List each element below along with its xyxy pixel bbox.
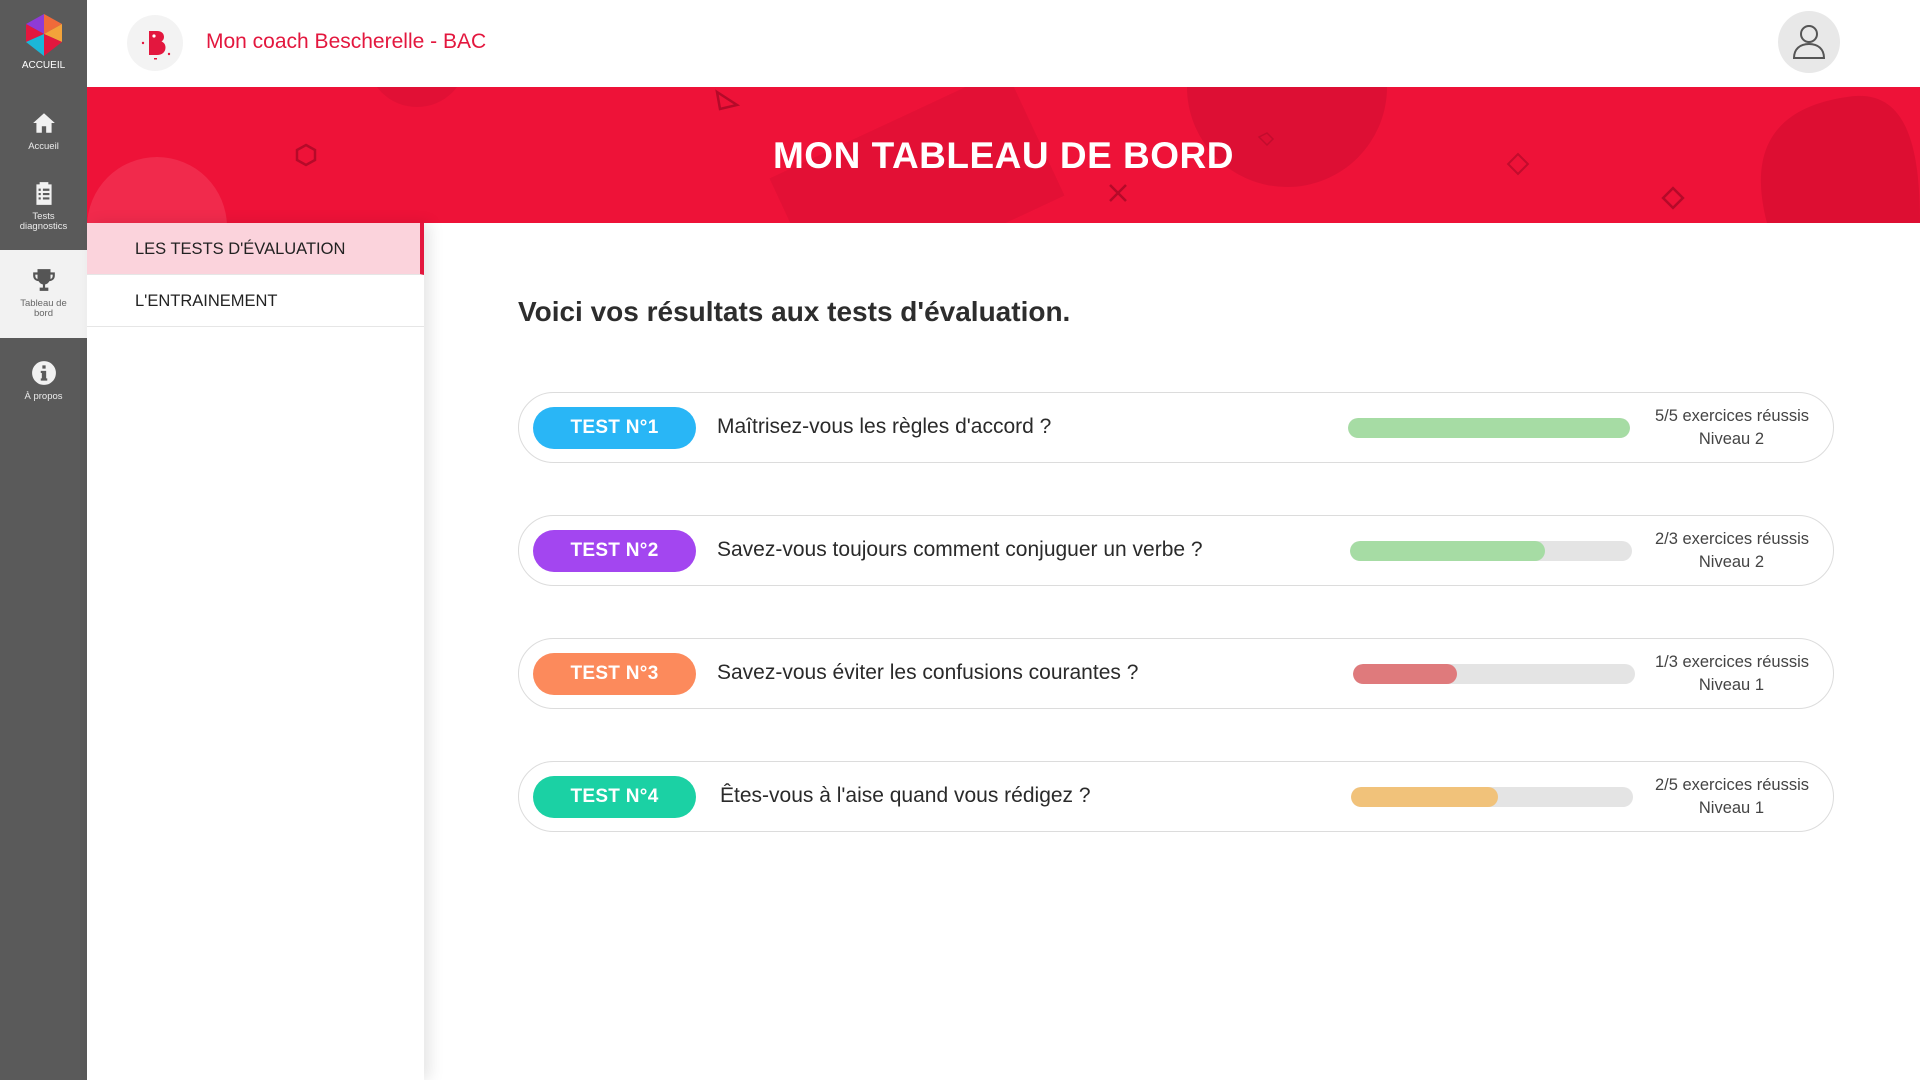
test-score: 1/3 exercices réussis Niveau 1	[1629, 651, 1809, 697]
dashboard-banner: MON TABLEAU DE BORD	[87, 87, 1920, 223]
bescherelle-logo	[127, 15, 183, 71]
score-text: 1/3 exercices réussis	[1654, 653, 1809, 671]
trophy-icon	[32, 269, 55, 291]
level-text: Niveau 1	[1698, 799, 1764, 817]
score-text: 2/5 exercices réussis	[1654, 776, 1809, 794]
app-logo-icon	[25, 14, 62, 56]
test-result-row[interactable]: TEST N°1 Maîtrisez-vous les règles d'acc…	[518, 392, 1834, 463]
test-result-row[interactable]: TEST N°2 Savez-vous toujours comment con…	[518, 515, 1834, 586]
progress-bar	[1353, 664, 1635, 684]
progress-fill	[1350, 541, 1545, 561]
rail-item-label: Accueil	[28, 141, 59, 152]
submenu-item-tests-evaluation[interactable]: LES TESTS D'ÉVALUATION	[87, 223, 424, 275]
test-badge: TEST N°1	[533, 407, 696, 449]
test-question: Savez-vous toujours comment conjuguer un…	[717, 538, 1203, 561]
home-icon	[32, 113, 55, 133]
user-icon	[1792, 25, 1826, 59]
score-text: 2/3 exercices réussis	[1654, 530, 1809, 548]
progress-fill	[1348, 418, 1630, 438]
home-logo-link[interactable]: ACCUEIL	[0, 0, 87, 80]
test-badge: TEST N°4	[533, 776, 696, 818]
rail-item-tableau-de-bord[interactable]: Tableau de bord	[0, 250, 87, 338]
progress-bar	[1350, 541, 1632, 561]
test-score: 5/5 exercices réussis Niveau 2	[1629, 405, 1809, 451]
logo-label: ACCUEIL	[21, 60, 66, 71]
level-text: Niveau 1	[1698, 676, 1764, 694]
progress-fill	[1353, 664, 1458, 684]
test-question: Maîtrisez-vous les règles d'accord ?	[717, 415, 1052, 438]
level-text: Niveau 2	[1698, 430, 1764, 448]
rail-item-accueil[interactable]: Accueil	[0, 110, 87, 162]
results-intro: Voici vos résultats aux tests d'évaluati…	[518, 296, 1071, 327]
submenu-item-entrainement[interactable]: L'ENTRAINEMENT	[87, 275, 424, 327]
dashboard-submenu: LES TESTS D'ÉVALUATION L'ENTRAINEMENT	[87, 223, 424, 1080]
page-title: MON TABLEAU DE BORD	[772, 135, 1234, 176]
info-icon	[31, 361, 56, 385]
rail-item-tests-diagnostics[interactable]: Tests diagnostics	[0, 180, 87, 244]
progress-bar	[1351, 787, 1633, 807]
progress-bar	[1348, 418, 1630, 438]
test-score: 2/5 exercices réussis Niveau 1	[1629, 774, 1809, 820]
rail-item-label: Tests diagnostics	[19, 211, 68, 232]
rail-item-label: À propos	[24, 391, 63, 402]
progress-fill	[1351, 787, 1498, 807]
level-text: Niveau 2	[1698, 553, 1764, 571]
test-result-row[interactable]: TEST N°3 Savez-vous éviter les confusion…	[518, 638, 1834, 709]
test-badge: TEST N°3	[533, 653, 696, 695]
test-result-row[interactable]: TEST N°4 Êtes-vous à l'aise quand vous r…	[518, 761, 1834, 832]
top-header: Mon coach Bescherelle - BAC	[87, 0, 1920, 87]
test-question: Savez-vous éviter les confusions courant…	[717, 661, 1139, 684]
test-question: Êtes-vous à l'aise quand vous rédigez ?	[720, 784, 1091, 807]
score-text: 5/5 exercices réussis	[1654, 407, 1809, 425]
user-avatar-button[interactable]	[1778, 11, 1840, 73]
rail-item-label: Tableau de bord	[20, 298, 67, 319]
test-badge: TEST N°2	[533, 530, 696, 572]
app-rail: ACCUEIL Accueil Tests diagnostics Tablea…	[0, 0, 87, 1080]
bescherelle-logo-icon	[141, 31, 171, 60]
app-title: Mon coach Bescherelle - BAC	[206, 30, 487, 53]
clipboard-icon	[35, 182, 52, 205]
test-score: 2/3 exercices réussis Niveau 2	[1629, 528, 1809, 574]
rail-item-a-propos[interactable]: À propos	[0, 360, 87, 412]
